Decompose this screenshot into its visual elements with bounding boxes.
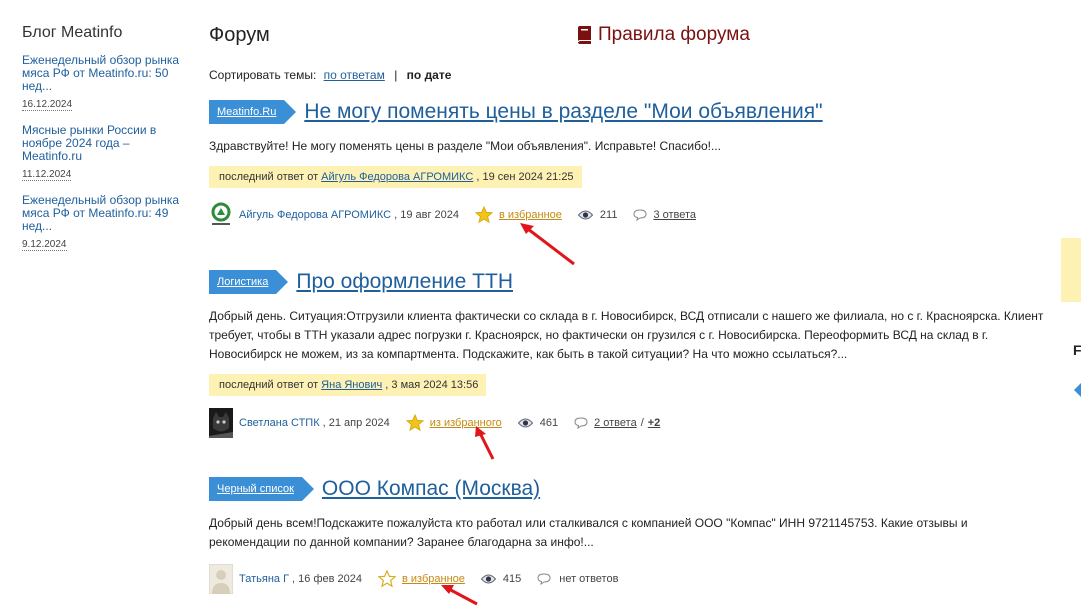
book-icon [578, 26, 591, 44]
topic-excerpt: Добрый день. Ситуация:Отгрузили клиента … [209, 309, 1044, 361]
avatar[interactable] [209, 200, 233, 230]
last-reply-prefix: последний ответ от [219, 171, 319, 183]
topic-head: Meatinfo.Ru Не могу поменять цены в разд… [209, 99, 1049, 125]
cat-photo-icon [209, 408, 233, 438]
avatar[interactable] [209, 408, 233, 438]
sidebar-title: Блог Meatinfo [22, 24, 123, 41]
author-link[interactable]: Айгуль Федорова АГРОМИКС [239, 209, 391, 221]
eye-icon [517, 418, 533, 428]
topic-meta: Айгуль Федорова АГРОМИКС , 19 авг 2024 в… [209, 200, 1049, 230]
views-count: 211 [577, 209, 618, 221]
topic-date: , 21 апр 2024 [322, 417, 390, 429]
blog-item-date: 9.12.2024 [22, 239, 67, 251]
views-value: 415 [502, 573, 522, 585]
chevron-left-icon[interactable] [1073, 383, 1081, 397]
topic-item: Черный список ООО Компас (Москва) Добрый… [209, 476, 1049, 594]
blog-sidebar: Блог Meatinfo Еженедельный обзор рынка м… [22, 24, 187, 264]
topic-title-link[interactable]: ООО Компас (Москва) [322, 477, 540, 501]
forum-header: Форум Правила форума [209, 24, 1049, 48]
comment-icon [574, 417, 588, 429]
comments-none: нет ответов [559, 573, 619, 585]
views-value: 211 [599, 209, 618, 221]
topic-meta: Татьяна Г , 16 фев 2024 в избранное 415 … [209, 564, 1049, 594]
blog-item-link[interactable]: Мясные рынки России в ноябре 2024 года –… [22, 124, 187, 163]
topic-meta: Светлана СТПК , 21 апр 2024 из избранног… [209, 408, 1049, 438]
annotation-arrow [475, 426, 495, 460]
forum-rules-link[interactable]: Правила форума [576, 24, 750, 46]
blog-item-link[interactable]: Еженедельный обзор рынка мяса РФ от Meat… [22, 194, 187, 233]
annotation-arrow [441, 585, 478, 606]
author-link[interactable]: Светлана СТПК [239, 417, 320, 429]
comment-icon [633, 209, 647, 221]
views-count: 461 [517, 417, 559, 429]
blog-item-link[interactable]: Еженедельный обзор рынка мяса РФ от Meat… [22, 54, 187, 93]
blog-item: Еженедельный обзор рынка мяса РФ от Meat… [22, 54, 187, 112]
last-reply-box: последний ответ от Яна Янович , 3 мая 20… [209, 374, 487, 396]
forum-main: Форум Правила форума Сортировать темы: п… [209, 24, 1049, 82]
avatar[interactable] [209, 564, 233, 594]
blog-item-date: 11.12.2024 [22, 169, 72, 181]
person-placeholder-icon [209, 564, 233, 594]
comment-icon [537, 573, 551, 585]
star-outline-icon [378, 570, 396, 588]
topic-item: Meatinfo.Ru Не могу поменять цены в разд… [209, 99, 1049, 230]
sort-by-replies-link[interactable]: по ответам [324, 68, 385, 82]
topic-date: , 16 фев 2024 [292, 573, 362, 585]
views-count: 415 [480, 573, 522, 585]
agromix-logo-icon [209, 200, 233, 230]
topic-item: Логистика Про оформление ТТН Добрый день… [209, 269, 1049, 438]
right-side-panel [1061, 238, 1081, 302]
eye-icon [480, 574, 496, 584]
sort-bar: Сортировать темы: по ответам | по дате [209, 68, 1049, 82]
page-title: Форум [209, 24, 270, 46]
last-reply-date: , 3 мая 2024 13:56 [385, 379, 479, 391]
topic-excerpt: Добрый день всем!Подскажите пожалуйста к… [209, 516, 968, 549]
comments-count: нет ответов [537, 573, 618, 585]
sort-by-date-active: по дате [406, 68, 452, 82]
topic-excerpt: Здравствуйте! Не могу поменять цены в ра… [209, 139, 721, 153]
blog-item: Еженедельный обзор рынка мяса РФ от Meat… [22, 194, 187, 252]
topic-title-link[interactable]: Про оформление ТТН [296, 270, 513, 294]
comments-count: 2 ответа / +2 [574, 417, 660, 429]
views-value: 461 [539, 417, 559, 429]
last-reply-author-link[interactable]: Айгуль Федорова АГРОМИКС [321, 171, 473, 183]
comments-link[interactable]: 3 ответа [653, 209, 696, 221]
topic-title-link[interactable]: Не могу поменять цены в разделе "Мои объ… [304, 100, 822, 124]
star-filled-icon [405, 414, 424, 432]
sort-separator: | [394, 68, 398, 82]
comments-link[interactable]: 2 ответа [594, 417, 637, 429]
topic-date: , 19 авг 2024 [394, 209, 460, 221]
category-tag[interactable]: Meatinfo.Ru [209, 100, 297, 124]
last-reply-author-link[interactable]: Яна Янович [321, 379, 382, 391]
last-reply-box: последний ответ от Айгуль Федорова АГРОМ… [209, 166, 582, 188]
right-side-letter: F [1073, 342, 1081, 358]
blog-item: Мясные рынки России в ноябре 2024 года –… [22, 124, 187, 182]
last-reply-date: , 19 сен 2024 21:25 [476, 171, 574, 183]
last-reply-prefix: последний ответ от [219, 379, 319, 391]
topic-head: Черный список ООО Компас (Москва) [209, 476, 1049, 502]
forum-rules-label: Правила форума [598, 24, 750, 45]
category-tag[interactable]: Черный список [209, 477, 314, 501]
star-filled-icon [475, 206, 494, 224]
annotation-arrow [520, 223, 575, 266]
new-comments-link[interactable]: +2 [648, 417, 661, 429]
author-link[interactable]: Татьяна Г [239, 573, 289, 585]
eye-icon [577, 210, 593, 220]
category-tag[interactable]: Логистика [209, 270, 289, 294]
blog-item-date: 16.12.2024 [22, 99, 73, 111]
topic-head: Логистика Про оформление ТТН [209, 269, 1049, 295]
comments-separator: / [640, 417, 644, 429]
comments-count: 3 ответа [633, 209, 696, 221]
sort-label: Сортировать темы: [209, 68, 317, 82]
